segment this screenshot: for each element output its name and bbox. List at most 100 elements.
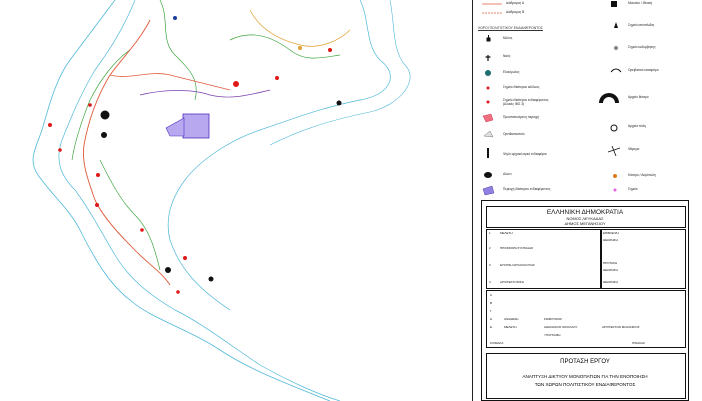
legend-item-fishing: Ψάρεμα [628,147,640,151]
city-icon [610,124,618,132]
row-3-num: 3 [489,263,491,267]
protected-icon [482,113,494,123]
poi-marker[interactable] [176,290,180,294]
row-1-right: ΕΠΙΒΛΕΨΗ [603,231,619,235]
engineer-name-1: ΣΩΦΡΟΝΙΟΣ [544,317,563,321]
poi-marker[interactable] [173,16,177,20]
legend-item-sailing: Σημείο ιστιοπλοΐας [628,23,655,27]
poi-marker[interactable] [328,48,332,52]
legend-item-swim: Σημείο κολύμβησης [628,45,656,49]
legend-item-interest: Σημείο ιδιαίτερου ενδιαφέροντος (Αλυκές … [503,98,549,106]
title-block: ΕΛΛΗΝΙΚΗ ΔΗΜΟΚΡΑΤΙΑ ΝΟΜΟΣ ΛΕΥΚΑΔΑΣ ΔΗΜΟΣ… [481,200,689,401]
row-1-num: 1 [489,231,491,235]
church-icon [485,55,491,61]
legend-item-theatre: Αρχαίο θέατρο [628,95,649,99]
map-canvas[interactable] [0,0,472,401]
beauty-point-icon [486,86,490,90]
row-3-label: ΕΓΚΡΙΣΗ ΑΡΧΑΙΟΛΟΓΙΑΣ [500,263,535,267]
rev-c: Γ [490,309,492,313]
bird-icon [483,130,494,138]
trail-branch-3 [249,9,351,47]
rev-b: Β [490,301,493,305]
trail-branch-1 [109,73,231,91]
row-4-num: 4 [489,280,491,284]
poi-marker[interactable] [275,76,279,80]
poi-marker[interactable] [298,46,302,50]
theatre-icon [599,93,619,103]
poi-marker[interactable] [208,276,214,282]
proposal-line-1: ΑΝΑΠΤΥΞΗ ΔΙΚΤΥΟΥ ΜΟΝΟΠΑΤΙΩΝ ΓΙΑ ΤΗΝ ΕΝΟΠ… [522,374,648,379]
row-3-right: ΠΡΟΤΑΣΗ [603,261,618,265]
republic-title: ΕΛΛΗΝΙΚΗ ΔΗΜΟΚΡΑΤΙΑ [546,209,624,216]
poi-marker[interactable] [183,256,187,260]
legend-item-museum: Μουσείο / Θέαση [628,1,653,5]
archaeo-icon [487,148,489,158]
legend-item-threshing: Αλώνι [503,172,512,176]
legend-item-city: Αρχαία πόλη [628,124,647,128]
proposal-heading: ΠΡΟΤΑΣΗ ΕΡΓΟΥ [560,359,610,365]
row-1-right-sub: ΘΕΩΡΗΣΗ [603,238,618,242]
legend-item-shelter: Ορειβατικό καταφύγιο [628,68,659,72]
legend-item-beauty: Σημείο ιδιαίτερου κάλλους [503,85,540,89]
threshing-floor-icon [484,172,492,178]
legend-item-bird: Ορνιθοσκοπείο [503,132,525,136]
swim-icon [614,46,618,50]
row-1-label: ΜΕΛΕΤΗ [500,231,513,235]
proposal-line-2: ΤΩΝ ΧΩΡΩΝ ΠΟΛΙΤΙΣΤΙΚΟΥ ΕΝΔΙΑΦΕΡΟΝΤΟΣ [534,382,636,387]
signature-label: ΥΠΟΓΡΑΦΗ [544,333,561,337]
row-2-num: 2 [489,246,491,250]
rev-e: Ε [490,325,493,329]
area-icon [482,185,495,196]
protected-zone[interactable] [182,113,210,139]
divider [472,0,473,401]
point-icon [613,188,617,192]
legend-item-church: Ναός [503,54,511,58]
poi-marker[interactable] [140,228,144,232]
coastline-outer [32,0,331,401]
engineer-label-1: ΑΝΑΘΕΣΗ [504,317,519,321]
legend-item-olive-mill: Ελαιόμυλος [503,70,520,74]
mill-icon [486,35,491,42]
poi-marker[interactable] [58,148,62,152]
contour-3 [229,34,341,59]
sail-icon [614,22,618,28]
legend-item-protected: Προστατευόμενη περιοχή [503,115,539,119]
poi-marker[interactable] [48,123,52,127]
engineer-label-2: ΜΕΛΕΤΗ [504,325,517,329]
municipality-title: ΔΗΜΟΣ ΜΕΓΑΝΗΣΙΟΥ [564,221,606,226]
contour-2 [159,0,197,101]
poi-marker[interactable] [336,100,342,106]
legend-line-label-1: Διάδρομος Α [506,1,525,5]
contour-1 [71,49,131,161]
poi-marker[interactable] [165,267,171,273]
coastline-east [167,0,391,311]
legend-item-castle: Κάστρο / Ακρόπολη [628,173,656,177]
scale-label: ΚΛΙΜΑΚΑ [490,341,504,345]
legend-item-mill: Μύλος [503,36,513,40]
poi-marker[interactable] [88,103,92,107]
legend-item-point: Σημείο [628,187,638,191]
poi-marker[interactable] [96,173,100,177]
olive-mill-icon [485,70,491,76]
rev-a: Α [490,293,493,297]
legend-section-title: ΧΩΡΟΙ ΠΟΛΙΤΙΣΤΙΚΟΥ ΕΝΔΙΑΦΕΡΟΝΤΟΣ [478,26,543,30]
castle-icon [613,174,617,178]
poi-marker[interactable] [100,110,110,120]
engineer-name-2: ΑΘΑΝΑΣΙΟΣ ΝΙΚΟΛΑΟΥ [544,325,578,329]
row-4-label: ΑΡΧΙΤΕΚΤΟΝΙΚΗ [500,280,524,284]
poi-marker[interactable] [101,132,107,138]
coastline-inner [58,0,341,401]
protected-zone-2[interactable] [165,117,185,137]
poi-marker[interactable] [233,81,239,87]
rev-d: Δ [490,317,493,321]
contour-4 [99,159,161,271]
legend-item-area: Περιοχή ιδιαίτερου ενδιαφέροντος [503,187,551,191]
coastline-east-2 [269,0,411,146]
legend-line-label-2: Διάδρομος Β [506,10,525,14]
row-2-label: ΠΡΟΣΦΟΡΑ ΣΥΝΤΑΞΗΣ [500,246,534,250]
row-3-right-sub: ΘΕΩΡΗΣΗ [603,268,618,272]
camera-icon [611,1,617,7]
shelter-icon [610,68,622,73]
poi-marker[interactable] [95,203,99,207]
rows-divider [600,229,602,289]
